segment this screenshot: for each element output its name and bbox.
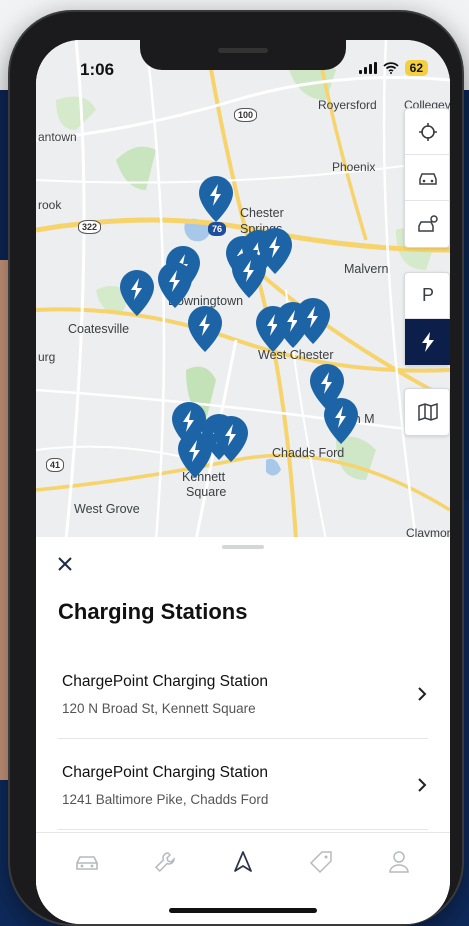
map-label-rook: rook: [38, 198, 62, 212]
sheet-grabber[interactable]: [222, 545, 264, 549]
map-view[interactable]: Royersford Collegevi Phoenix antown rook…: [36, 40, 450, 540]
station-name: ChargePoint Charging Station: [62, 764, 268, 781]
tab-service[interactable]: [145, 842, 185, 882]
phone-screen: Royersford Collegevi Phoenix antown rook…: [36, 40, 450, 924]
tab-offers[interactable]: [301, 842, 341, 882]
station-address: 120 N Broad St, Kennett Square: [62, 701, 256, 716]
charging-pin[interactable]: [296, 298, 330, 344]
home-indicator: [169, 908, 317, 913]
phone-frame: Royersford Collegevi Phoenix antown rook…: [10, 12, 462, 924]
map-controls-top: [404, 108, 450, 248]
map-controls-style: [404, 388, 450, 436]
tab-profile[interactable]: [379, 842, 419, 882]
station-address: 1241 Baltimore Pike, Chadds Ford: [62, 792, 269, 807]
charging-pin[interactable]: [232, 252, 266, 298]
charging-pin[interactable]: [178, 432, 212, 478]
charging-filter-button[interactable]: [405, 319, 450, 365]
map-label-west-grove: West Grove: [74, 502, 140, 516]
tab-bar: [36, 832, 450, 890]
map-label-chester: Chester: [240, 206, 284, 220]
charging-pin[interactable]: [188, 306, 222, 352]
car-icon: [76, 855, 98, 870]
route-shield-41: 41: [46, 458, 65, 472]
signal-icon: [358, 62, 377, 74]
route-shield-76: 76: [208, 222, 227, 236]
route-shield-322: 322: [78, 220, 102, 234]
station-list-item[interactable]: ChargePoint Charging Station 1241 Baltim…: [58, 740, 428, 830]
wrench-icon: [154, 851, 175, 872]
chevron-right-icon: [418, 778, 427, 792]
tab-vehicle[interactable]: [67, 842, 107, 882]
charging-pin[interactable]: [120, 270, 154, 316]
map-label-urg: urg: [38, 350, 56, 364]
map-label-royersford: Royersford: [318, 98, 377, 112]
map-label-coatesville: Coatesville: [68, 322, 130, 336]
crosshair-icon[interactable]: [405, 109, 450, 155]
status-icons: 62: [358, 60, 428, 76]
wifi-icon: [383, 62, 399, 74]
battery-indicator: 62: [404, 60, 428, 76]
chevron-right-icon: [418, 687, 427, 701]
map-label-square: Square: [186, 485, 227, 499]
close-button[interactable]: [56, 555, 78, 577]
map-label-chadds-ford: Chadds Ford: [272, 446, 345, 460]
station-list-item[interactable]: ChargePoint Charging Station 120 N Broad…: [58, 649, 428, 739]
lightning-icon: [422, 332, 434, 352]
map-label-antown: antown: [38, 130, 77, 144]
car-service-icon[interactable]: [405, 201, 450, 247]
notch: [140, 40, 346, 70]
map-controls-layers: P: [404, 272, 450, 366]
status-time: 1:06: [80, 60, 115, 79]
close-icon: [58, 557, 72, 571]
profile-icon: [389, 850, 409, 873]
sheet-title: Charging Stations: [58, 599, 248, 624]
charging-pin[interactable]: [214, 416, 248, 462]
charging-pin[interactable]: [324, 398, 358, 444]
navigation-arrow-icon: [234, 850, 252, 872]
tab-navigation[interactable]: [223, 842, 263, 882]
tag-icon: [309, 850, 332, 873]
car-icon[interactable]: [405, 155, 450, 201]
map-icon[interactable]: [405, 389, 450, 435]
charging-pin[interactable]: [158, 262, 192, 308]
map-label-phoenix: Phoenix: [332, 160, 376, 174]
route-shield-100: 100: [234, 108, 258, 122]
station-name: ChargePoint Charging Station: [62, 673, 268, 690]
map-label-malvern: Malvern: [344, 262, 389, 276]
charging-pin[interactable]: [199, 176, 233, 222]
parking-button[interactable]: P: [405, 273, 450, 319]
